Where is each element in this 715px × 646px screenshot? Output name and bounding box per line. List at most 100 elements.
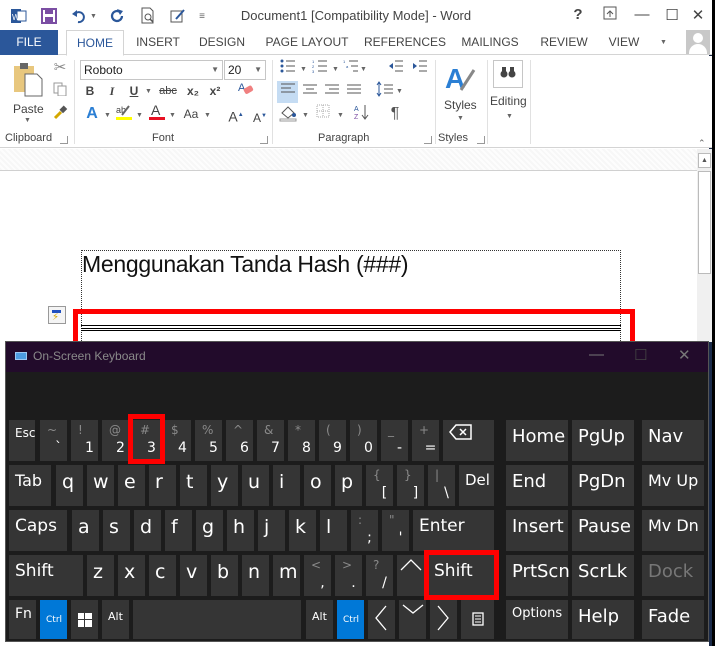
align-right-button[interactable] xyxy=(322,82,342,102)
vertical-scrollbar[interactable]: ▲ xyxy=(697,149,712,342)
tab-design[interactable]: DESIGN xyxy=(194,30,250,55)
numbering-dropdown-icon[interactable]: ▼ xyxy=(332,66,339,73)
editing-button[interactable]: Editing ▼ xyxy=(489,58,529,124)
key-f[interactable]: f xyxy=(165,510,192,551)
key-z[interactable]: z xyxy=(87,555,114,596)
align-left-button[interactable] xyxy=(277,81,298,103)
increase-indent-icon[interactable] xyxy=(410,59,430,79)
paste-button[interactable]: Paste ▼ xyxy=(8,60,48,126)
osk-minimize-button[interactable]: — xyxy=(589,346,604,363)
key-,[interactable]: <, xyxy=(304,555,331,596)
tab-insert[interactable]: INSERT xyxy=(132,30,184,55)
osk-close-button[interactable]: ✕ xyxy=(678,346,691,364)
key-scrlk[interactable]: ScrLk xyxy=(572,555,634,596)
font-color-dropdown-icon[interactable]: ▼ xyxy=(169,112,176,119)
key-backspace[interactable] xyxy=(443,420,494,461)
key-alt-right[interactable]: Alt xyxy=(306,600,333,639)
key-=[interactable]: + = xyxy=(412,420,439,461)
key-4[interactable]: $4 xyxy=(164,420,191,461)
key-fn[interactable]: Fn xyxy=(9,600,36,639)
italic-button[interactable]: I xyxy=(102,81,122,101)
key-5[interactable]: % 5 xyxy=(195,420,222,461)
tab-view[interactable]: VIEW xyxy=(604,30,644,55)
key-d[interactable]: d xyxy=(134,510,161,551)
key-dock[interactable]: Dock xyxy=(642,555,704,596)
key-g[interactable]: g xyxy=(196,510,223,551)
key-options[interactable]: Options xyxy=(506,600,568,639)
font-name-combo[interactable]: Roboto ▼ xyxy=(80,60,223,80)
decrease-indent-icon[interactable] xyxy=(386,59,406,79)
key-y[interactable]: y xyxy=(211,465,238,506)
key-tab[interactable]: Tab xyxy=(9,465,51,506)
multilevel-list-icon[interactable]: 1a xyxy=(341,59,361,79)
text-effects-icon[interactable]: A xyxy=(82,104,102,124)
maximize-button[interactable]: ☐ xyxy=(662,6,682,24)
format-painter-icon[interactable] xyxy=(50,104,70,124)
align-center-button[interactable] xyxy=(300,82,320,102)
numbering-icon[interactable]: 123 xyxy=(310,59,330,79)
shading-icon[interactable] xyxy=(278,104,298,124)
grow-font-button[interactable]: A▲ xyxy=(226,105,246,125)
paragraph-launcher[interactable] xyxy=(424,136,432,144)
key-[[interactable]: {[ xyxy=(366,465,393,506)
shading-dropdown-icon[interactable]: ▼ xyxy=(302,112,309,119)
key-n[interactable]: n xyxy=(242,555,269,596)
key-ctrl-right[interactable]: Ctrl xyxy=(337,600,364,639)
line-spacing-icon[interactable] xyxy=(375,81,395,101)
avatar[interactable] xyxy=(686,30,710,54)
key-menu[interactable] xyxy=(461,600,494,639)
key-2[interactable]: @2 xyxy=(102,420,129,461)
styles-button[interactable]: A Styles ▼ xyxy=(440,60,480,126)
key-up-arrow[interactable] xyxy=(397,555,424,596)
collapse-ribbon-icon[interactable]: ⌃ xyxy=(698,138,706,149)
line-spacing-dropdown-icon[interactable]: ▼ xyxy=(396,88,403,95)
key-s[interactable]: s xyxy=(103,510,130,551)
key-][interactable]: }] xyxy=(397,465,424,506)
multilevel-dropdown-icon[interactable]: ▼ xyxy=(360,66,367,73)
key-insert[interactable]: Insert xyxy=(506,510,568,551)
highlight-dropdown-icon[interactable]: ▼ xyxy=(136,112,143,119)
tab-mailings[interactable]: MAILINGS xyxy=(454,30,526,55)
underline-button[interactable]: U xyxy=(124,81,144,101)
shrink-font-button[interactable]: A▼ xyxy=(250,106,270,126)
key-nav[interactable]: Nav xyxy=(642,420,704,461)
borders-dropdown-icon[interactable]: ▼ xyxy=(337,112,344,119)
tab-home[interactable]: HOME xyxy=(66,30,124,56)
copy-icon[interactable] xyxy=(50,82,70,102)
key-l[interactable]: l xyxy=(320,510,347,551)
bold-button[interactable]: B xyxy=(80,81,100,101)
key-ctrl-left[interactable]: Ctrl xyxy=(40,600,67,639)
scroll-up-icon[interactable]: ▲ xyxy=(698,153,711,168)
key-right-arrow[interactable] xyxy=(430,600,457,639)
bullets-dropdown-icon[interactable]: ▼ xyxy=(300,66,307,73)
key-j[interactable]: j xyxy=(258,510,285,551)
key-o[interactable]: o xyxy=(304,465,331,506)
tab-page-layout[interactable]: PAGE LAYOUT xyxy=(262,30,352,55)
key-b[interactable]: b xyxy=(211,555,238,596)
key-h[interactable]: h xyxy=(227,510,254,551)
key-i[interactable]: i xyxy=(273,465,300,506)
key-'[interactable]: " ' xyxy=(382,510,409,551)
key-alt-left[interactable]: Alt xyxy=(102,600,129,639)
key-u[interactable]: u xyxy=(242,465,269,506)
subscript-button[interactable]: x₂ xyxy=(183,81,203,101)
key-help[interactable]: Help xyxy=(572,600,634,639)
bullets-icon[interactable] xyxy=(278,59,298,79)
font-color-icon[interactable]: A xyxy=(147,102,167,122)
superscript-button[interactable]: x² xyxy=(205,81,225,101)
key-`[interactable]: ~ ` xyxy=(40,420,67,461)
key-8[interactable]: * 8 xyxy=(288,420,315,461)
key-down-arrow[interactable] xyxy=(399,600,426,639)
key-caps[interactable]: Caps xyxy=(9,510,67,551)
key-del[interactable]: Del xyxy=(459,465,494,506)
key--[interactable]: _ - xyxy=(381,420,408,461)
show-formatting-button[interactable]: ¶ xyxy=(385,104,405,124)
strikethrough-button[interactable]: abc xyxy=(156,81,180,101)
key-end[interactable]: End xyxy=(506,465,568,506)
tab-file[interactable]: FILE xyxy=(0,30,58,55)
ribbon-display-options-icon[interactable] xyxy=(600,6,620,24)
key-home[interactable]: Home xyxy=(506,420,568,461)
key-v[interactable]: v xyxy=(180,555,207,596)
key-k[interactable]: k xyxy=(289,510,316,551)
document-heading[interactable]: Menggunakan Tanda Hash (###) xyxy=(82,251,409,278)
